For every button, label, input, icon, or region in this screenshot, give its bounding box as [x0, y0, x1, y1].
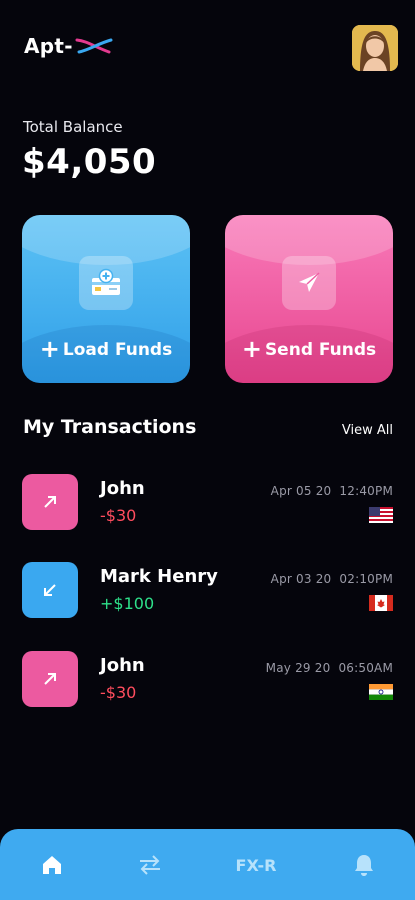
transaction-row[interactable]: John -$30 May 29 20 06:50AM — [0, 651, 415, 711]
app-logo: Apt- — [24, 34, 113, 58]
profile-avatar[interactable] — [352, 25, 398, 71]
send-funds-button[interactable]: + Send Funds — [225, 215, 393, 383]
transaction-datetime: May 29 20 06:50AM — [266, 661, 393, 675]
logo-x-icon — [75, 38, 113, 54]
india-flag-icon — [369, 684, 393, 700]
transaction-amount: -$30 — [100, 506, 137, 525]
transaction-time: 12:40PM — [339, 484, 393, 498]
plus-icon: + — [39, 335, 60, 363]
transaction-datetime: Apr 05 20 12:40PM — [271, 484, 393, 498]
transaction-time: 02:10PM — [339, 572, 393, 586]
my-transactions-title: My Transactions — [23, 416, 197, 438]
transaction-amount: -$30 — [100, 683, 137, 702]
arrow-up-right-icon — [22, 651, 78, 707]
avatar-portrait — [352, 25, 398, 71]
bottom-navigation: FX-R — [0, 829, 415, 900]
arrow-up-right-icon — [22, 474, 78, 530]
view-all-link[interactable]: View All — [342, 423, 393, 438]
logo-text: Apt- — [24, 34, 73, 58]
transaction-date: Apr 05 20 — [270, 484, 332, 498]
transaction-datetime: Apr 03 20 02:10PM — [271, 572, 393, 586]
paper-plane-icon — [282, 256, 336, 310]
us-flag-icon — [369, 507, 393, 523]
home-icon[interactable] — [38, 851, 66, 879]
transaction-row[interactable]: John -$30 Apr 05 20 12:40PM — [0, 474, 415, 534]
transaction-date: Apr 03 20 — [270, 572, 332, 586]
plus-icon: + — [241, 335, 262, 363]
card-add-icon — [79, 256, 133, 310]
transaction-time: 06:50AM — [338, 661, 393, 675]
send-funds-label: + Send Funds — [225, 335, 393, 363]
total-balance-value: $4,050 — [22, 142, 157, 182]
transfer-icon[interactable] — [136, 851, 164, 879]
arrow-down-left-icon — [22, 562, 78, 618]
canada-flag-icon — [369, 595, 393, 611]
transaction-name: John — [100, 655, 145, 676]
load-funds-button[interactable]: + Load Funds — [22, 215, 190, 383]
transaction-amount: +$100 — [100, 594, 155, 613]
transaction-name: John — [100, 478, 145, 499]
transaction-date: May 29 20 — [265, 661, 331, 675]
load-funds-text: Load Funds — [62, 340, 173, 360]
fx-rates-tab[interactable]: FX-R — [226, 851, 286, 879]
transaction-row[interactable]: Mark Henry +$100 Apr 03 20 02:10PM — [0, 562, 415, 622]
transaction-name: Mark Henry — [100, 566, 218, 587]
bell-icon[interactable] — [350, 851, 378, 879]
total-balance-label: Total Balance — [23, 118, 123, 136]
load-funds-label: + Load Funds — [22, 335, 190, 363]
send-funds-text: Send Funds — [264, 340, 377, 360]
